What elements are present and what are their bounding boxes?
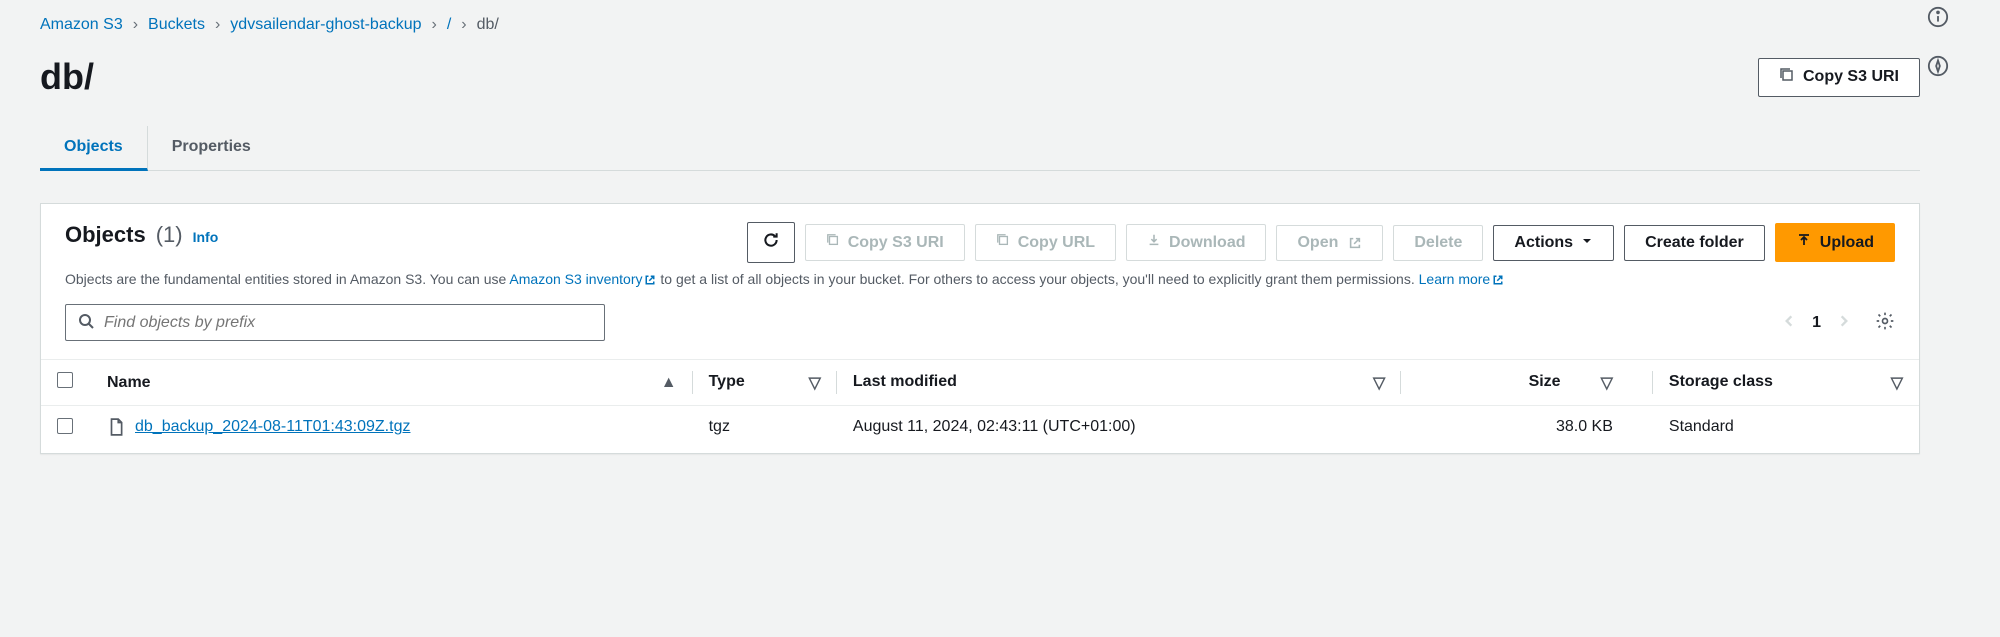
download-button[interactable]: Download [1126,224,1266,261]
object-name-link[interactable]: db_backup_2024-08-11T01:43:09Z.tgz [135,418,410,436]
panel-title: Objects [65,222,146,248]
download-icon [1147,233,1161,252]
external-link-icon [1348,236,1362,250]
breadcrumb-s3[interactable]: Amazon S3 [40,16,123,34]
col-last-modified[interactable]: Last modified▽ [837,360,1401,406]
caret-down-icon [1581,234,1593,252]
copy-s3-uri-row-button[interactable]: Copy S3 URI [805,224,965,261]
search-box[interactable] [65,304,605,341]
select-all-checkbox[interactable] [57,372,73,388]
tab-objects[interactable]: Objects [40,126,148,171]
col-size[interactable]: Size▽ [1401,360,1653,406]
refresh-button[interactable] [747,222,795,263]
next-page-button[interactable] [1837,314,1851,331]
copy-icon [826,233,840,252]
pagination: 1 [1782,311,1895,334]
breadcrumb-current: db/ [477,16,499,34]
settings-button[interactable] [1875,311,1895,334]
chevron-right-icon: › [461,16,466,34]
copy-icon [996,233,1010,252]
breadcrumb-root-prefix[interactable]: / [447,16,451,34]
cell-storage-class: Standard [1653,406,1919,454]
create-folder-button[interactable]: Create folder [1624,225,1765,261]
copy-icon [1779,67,1795,88]
chevron-right-icon: › [432,16,437,34]
search-input[interactable] [104,314,592,332]
table-row: db_backup_2024-08-11T01:43:09Z.tgz tgz A… [41,406,1919,454]
page-number: 1 [1812,314,1821,332]
breadcrumb-bucket-name[interactable]: ydvsailendar-ghost-backup [230,16,421,34]
refresh-icon [762,231,780,254]
tab-properties[interactable]: Properties [148,126,275,170]
upload-button[interactable]: Upload [1775,223,1895,262]
learn-more-link[interactable]: Learn more [1419,271,1505,287]
chevron-right-icon: › [133,16,138,34]
col-type[interactable]: Type▽ [693,360,837,406]
cell-size: 38.0 KB [1401,406,1653,454]
copy-url-button[interactable]: Copy URL [975,224,1116,261]
search-icon [78,313,94,332]
col-storage-class[interactable]: Storage class▽ [1653,360,1919,406]
compass-rail-icon[interactable] [1927,55,1949,80]
delete-button[interactable]: Delete [1393,225,1483,261]
chevron-right-icon: › [215,16,220,34]
open-button[interactable]: Open [1276,225,1383,261]
cell-last-modified: August 11, 2024, 02:43:11 (UTC+01:00) [837,406,1401,454]
sort-icon: ▽ [809,373,821,393]
objects-table: Name▲ Type▽ Last modified▽ Size▽ Storage… [41,359,1919,453]
tabs: Objects Properties [40,126,1920,171]
sort-asc-icon: ▲ [661,374,677,392]
objects-panel: Objects (1) Info Copy S3 URI Copy URL [40,203,1920,454]
inventory-link[interactable]: Amazon S3 inventory [509,271,656,287]
file-icon [107,418,125,441]
page-title: db/ [40,56,94,98]
sort-icon: ▽ [1891,373,1903,393]
col-name[interactable]: Name▲ [91,360,693,406]
external-link-icon [1492,274,1504,286]
cell-type: tgz [693,406,837,454]
external-link-icon [644,274,656,286]
prev-page-button[interactable] [1782,314,1796,331]
object-count: (1) [156,222,183,248]
sort-icon: ▽ [1601,373,1613,393]
upload-icon [1796,232,1812,253]
actions-dropdown[interactable]: Actions [1493,225,1614,261]
breadcrumb-buckets[interactable]: Buckets [148,16,205,34]
sort-icon: ▽ [1373,373,1385,393]
panel-description: Objects are the fundamental entities sto… [41,269,1919,304]
info-rail-icon[interactable] [1927,6,1949,31]
breadcrumb: Amazon S3 › Buckets › ydvsailendar-ghost… [40,16,1920,34]
row-checkbox[interactable] [57,418,73,434]
copy-s3-uri-button[interactable]: Copy S3 URI [1758,58,1920,97]
info-link[interactable]: Info [193,229,219,245]
